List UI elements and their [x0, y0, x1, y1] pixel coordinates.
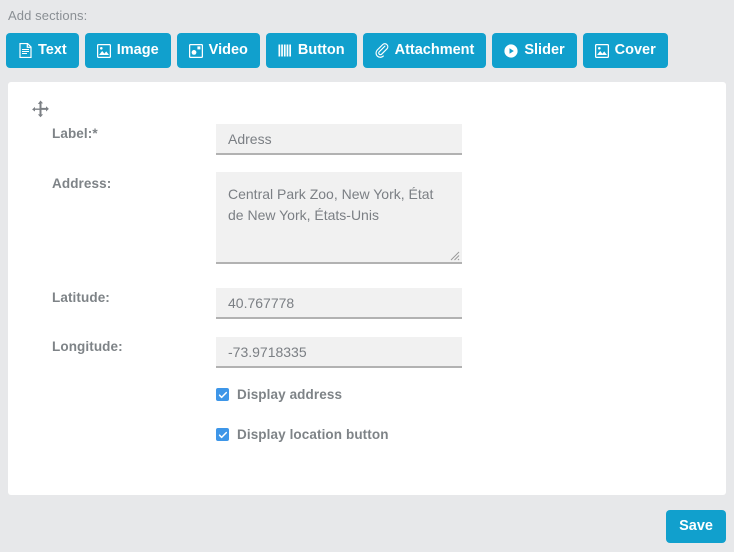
add-section-text-button[interactable]: Text — [6, 33, 79, 68]
add-sections-toolbar: Text Image Video — [6, 33, 668, 68]
add-sections-title: Add sections: — [8, 8, 87, 23]
add-section-attachment-button[interactable]: Attachment — [363, 33, 487, 68]
longitude-input[interactable] — [216, 337, 462, 368]
save-button[interactable]: Save — [666, 510, 726, 543]
add-section-slider-label: Slider — [524, 43, 564, 58]
address-textarea[interactable] — [216, 172, 462, 264]
add-section-image-button[interactable]: Image — [85, 33, 171, 68]
label-field-label: Label:* — [52, 126, 98, 141]
move-arrows-icon[interactable] — [28, 98, 52, 120]
add-section-button-button[interactable]: Button — [266, 33, 357, 68]
image-icon — [595, 43, 609, 58]
add-section-cover-button[interactable]: Cover — [583, 33, 668, 68]
add-section-image-label: Image — [117, 43, 159, 58]
add-section-button-label: Button — [298, 43, 345, 58]
latitude-input[interactable] — [216, 288, 462, 319]
check-icon — [218, 390, 228, 400]
display-location-button-label: Display location button — [237, 427, 389, 442]
display-address-checkbox[interactable] — [216, 388, 229, 401]
bars-icon — [278, 43, 292, 58]
display-address-checkbox-row[interactable]: Display address — [216, 387, 342, 402]
check-icon — [218, 430, 228, 440]
image-icon — [97, 43, 111, 58]
add-section-slider-button[interactable]: Slider — [492, 33, 576, 68]
address-field-label: Address: — [52, 176, 111, 191]
add-section-video-button[interactable]: Video — [177, 33, 260, 68]
latitude-field-label: Latitude: — [52, 290, 110, 305]
add-section-attachment-label: Attachment — [395, 43, 475, 58]
label-input[interactable] — [216, 124, 462, 155]
play-circle-icon — [504, 43, 518, 58]
video-icon — [189, 43, 203, 58]
add-section-video-label: Video — [209, 43, 248, 58]
add-section-cover-label: Cover — [615, 43, 656, 58]
display-location-button-checkbox-row[interactable]: Display location button — [216, 427, 389, 442]
add-section-text-label: Text — [38, 43, 67, 58]
display-address-label: Display address — [237, 387, 342, 402]
longitude-field-label: Longitude: — [52, 339, 123, 354]
paperclip-icon — [375, 43, 389, 58]
display-location-button-checkbox[interactable] — [216, 428, 229, 441]
document-icon — [18, 43, 32, 58]
